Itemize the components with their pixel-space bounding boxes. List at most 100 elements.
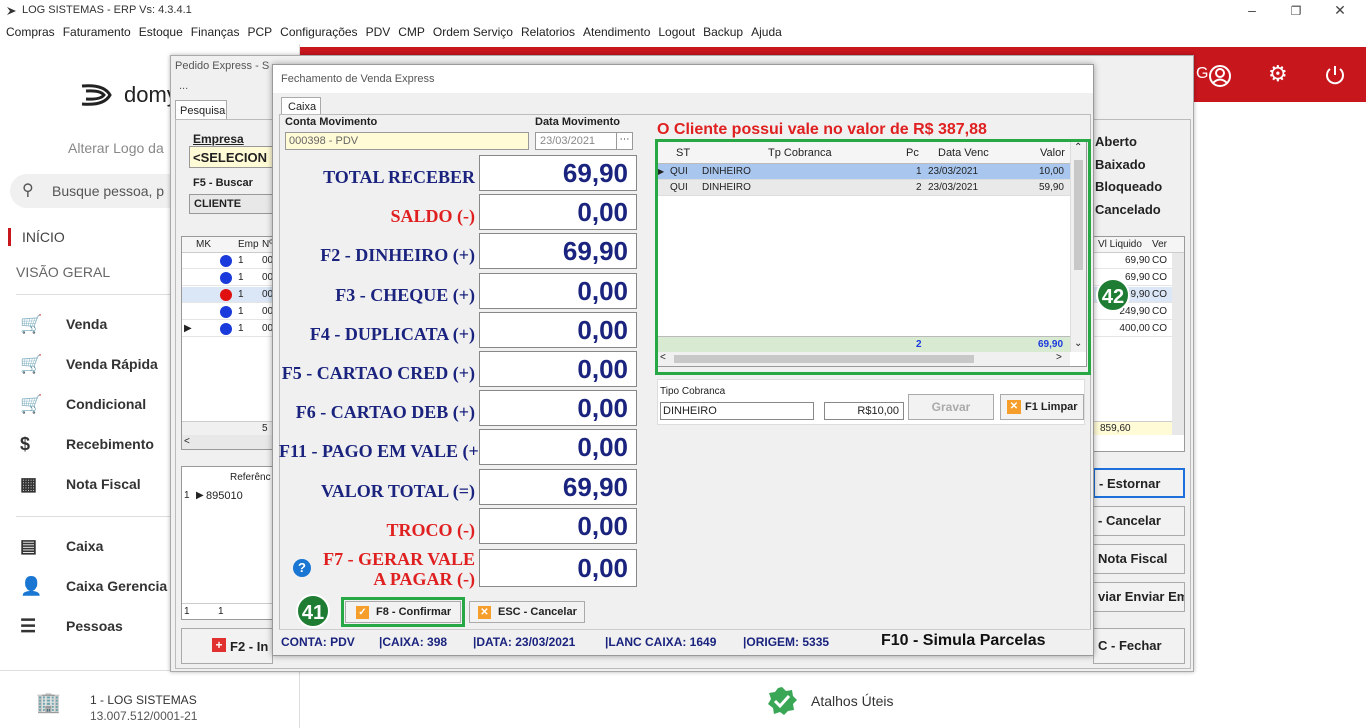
table-row[interactable]: 1 00 bbox=[182, 287, 273, 303]
simula-parcelas[interactable]: F10 - Simula Parcelas bbox=[881, 632, 1046, 650]
payment-value[interactable]: 69,90 bbox=[479, 233, 637, 270]
limpar-button[interactable]: ✕ F1 Limpar bbox=[1000, 394, 1084, 420]
action-button[interactable]: C - Fechar bbox=[1093, 628, 1185, 664]
row-data: 23/03/2021 bbox=[928, 182, 979, 193]
scroll-right-icon[interactable]: > bbox=[1056, 352, 1062, 363]
parcelas-grid[interactable]: ST Tp Cobranca Pc Data Venc Valor ▶ QUI DI… bbox=[657, 141, 1087, 367]
scroll-down-icon[interactable]: ⌄ bbox=[1074, 338, 1082, 349]
buscar-label: F5 - Buscar bbox=[193, 177, 253, 189]
menu-item[interactable]: PCP bbox=[247, 22, 272, 39]
nav-inicio[interactable]: INÍCIO bbox=[22, 229, 65, 245]
data-field[interactable]: 23/03/2021 ⋯ bbox=[535, 132, 633, 150]
payment-value[interactable]: 69,90 bbox=[479, 155, 637, 191]
date-picker-icon[interactable]: ⋯ bbox=[616, 133, 632, 149]
menu-item[interactable]: Logout bbox=[658, 22, 695, 39]
search-input[interactable]: Busque pessoa, p bbox=[52, 183, 164, 199]
power-icon[interactable] bbox=[1324, 64, 1346, 86]
tab-caixa-label: Caixa bbox=[288, 101, 317, 113]
gerar-vale-value[interactable]: 0,00 bbox=[479, 549, 637, 587]
pedidos-grid[interactable]: MK Emp Nº 1 00 1 00 1 00 1 00 ▶ 1 00 5 < bbox=[181, 236, 273, 450]
menu-item[interactable]: Finanças bbox=[191, 22, 240, 39]
table-row[interactable]: ▶ 1 00 bbox=[182, 321, 273, 337]
table-row[interactable]: 1 00 bbox=[182, 253, 273, 269]
cancelar-button[interactable]: ✕ ESC - Cancelar bbox=[469, 601, 585, 623]
h-scroll-thumb[interactable] bbox=[674, 355, 974, 363]
gravar-button[interactable]: Gravar bbox=[908, 394, 994, 420]
f2-incluir-button[interactable]: + F2 - In bbox=[181, 628, 273, 664]
payment-value[interactable]: 0,00 bbox=[479, 194, 637, 231]
menu-item[interactable]: Relatorios bbox=[521, 22, 575, 39]
menu-item[interactable]: PDV bbox=[366, 22, 391, 39]
valores-header: Vl Liquido Ver bbox=[1094, 237, 1184, 253]
menu-item[interactable]: Estoque bbox=[139, 22, 183, 39]
scroll-thumb[interactable] bbox=[1074, 160, 1083, 270]
button-label: Cancelar bbox=[1105, 513, 1161, 528]
table-row[interactable]: 400,00 CO bbox=[1094, 321, 1172, 337]
payment-value[interactable]: 69,90 bbox=[479, 468, 637, 505]
h-scrollbar[interactable]: < bbox=[182, 435, 272, 449]
row-ver: CO bbox=[1152, 323, 1167, 334]
row-emp: 1 bbox=[238, 323, 244, 334]
menu-item[interactable]: Ordem Serviço bbox=[433, 22, 513, 39]
menu-item[interactable]: Faturamento bbox=[63, 22, 131, 39]
v-scrollbar[interactable] bbox=[1172, 253, 1184, 435]
company-cnpj: 13.007.512/0001-21 bbox=[90, 709, 198, 723]
table-row[interactable]: 69,90 CO bbox=[1094, 253, 1172, 269]
tab-caixa[interactable]: Caixa bbox=[281, 97, 321, 115]
payment-value[interactable]: 0,00 bbox=[479, 272, 637, 309]
minimize-button[interactable]: – bbox=[1242, 2, 1262, 18]
action-button[interactable]: - Estornar bbox=[1093, 468, 1185, 498]
payment-value[interactable]: 0,00 bbox=[479, 390, 637, 427]
action-button[interactable]: - Cancelar bbox=[1093, 506, 1185, 536]
status-dot-icon bbox=[220, 272, 232, 284]
empresa-select[interactable]: <SELECION bbox=[189, 146, 279, 168]
tab-pesquisa[interactable]: Pesquisa bbox=[175, 100, 227, 120]
referencia-grid[interactable]: Referênc 1 ▶ 895010 1 1 bbox=[181, 466, 273, 620]
row-tp: DINHEIRO bbox=[702, 166, 751, 177]
row-pointer-icon: ▶ bbox=[184, 323, 192, 334]
parcelas-h-scrollbar[interactable]: < > bbox=[658, 352, 1070, 366]
valores-grid[interactable]: Vl Liquido Ver 69,90 CO 69,90 CO 69,90 CO 249,… bbox=[1093, 236, 1185, 452]
scroll-up-icon[interactable]: ⌃ bbox=[1074, 142, 1082, 153]
cliente-field[interactable]: CLIENTE bbox=[189, 194, 279, 214]
action-button[interactable]: Nota Fiscal bbox=[1093, 544, 1185, 574]
payment-value[interactable]: 0,00 bbox=[479, 351, 637, 387]
row-pointer-icon: ▶ bbox=[196, 490, 204, 501]
user-icon[interactable] bbox=[1208, 64, 1232, 88]
close-button[interactable]: ✕ bbox=[1330, 2, 1350, 19]
settings-gear-icon[interactable]: ⚙ bbox=[1268, 61, 1288, 87]
table-row[interactable]: QUI DINHEIRO 2 23/03/2021 59,90 bbox=[658, 180, 1070, 196]
alter-logo-link[interactable]: Alterar Logo da bbox=[68, 140, 164, 156]
menu-item[interactable]: CMP bbox=[398, 22, 425, 39]
payment-value[interactable]: 0,00 bbox=[479, 429, 637, 466]
status-filter[interactable]: Cancelado bbox=[1095, 202, 1161, 217]
payment-value[interactable]: 0,00 bbox=[479, 311, 637, 348]
confirmar-button[interactable]: ✓ F8 - Confirmar bbox=[345, 601, 461, 623]
table-row[interactable]: ▶ QUI DINHEIRO 1 23/03/2021 10,00 bbox=[658, 164, 1070, 180]
conta-field[interactable]: 000398 - PDV bbox=[285, 132, 529, 150]
action-button[interactable]: viar Enviar Email bbox=[1093, 582, 1185, 612]
menu-item[interactable]: Compras bbox=[6, 22, 55, 39]
atalhos-label: Atalhos Úteis bbox=[811, 693, 894, 709]
status-filter[interactable]: Bloqueado bbox=[1095, 179, 1162, 194]
row-data: 23/03/2021 bbox=[928, 166, 979, 177]
active-indicator bbox=[8, 228, 11, 246]
menu-item[interactable]: Atendimento bbox=[583, 22, 650, 39]
tipo-cobranca-field[interactable]: DINHEIRO bbox=[660, 402, 814, 420]
menu-item[interactable]: Backup bbox=[703, 22, 743, 39]
status-filter[interactable]: Baixado bbox=[1095, 157, 1146, 172]
parcelas-v-scrollbar[interactable]: ⌃ ⌄ bbox=[1070, 142, 1086, 352]
menu-item[interactable]: Ajuda bbox=[751, 22, 782, 39]
status-filter[interactable]: Aberto bbox=[1095, 134, 1137, 149]
table-row[interactable]: 1 00 bbox=[182, 270, 273, 286]
scroll-left-icon[interactable]: < bbox=[184, 435, 190, 449]
payment-value[interactable]: 0,00 bbox=[479, 507, 637, 544]
restore-button[interactable]: ❐ bbox=[1286, 4, 1306, 18]
brand-logo-icon bbox=[81, 84, 112, 106]
tipo-valor-field[interactable]: R$10,00 bbox=[824, 402, 904, 420]
nav-visao-geral[interactable]: VISÃO GERAL bbox=[16, 264, 110, 280]
table-row[interactable]: 1 00 bbox=[182, 304, 273, 320]
menu-item[interactable]: Configurações bbox=[280, 22, 357, 39]
help-icon[interactable]: ? bbox=[293, 559, 311, 577]
scroll-left-icon[interactable]: < bbox=[660, 352, 666, 363]
